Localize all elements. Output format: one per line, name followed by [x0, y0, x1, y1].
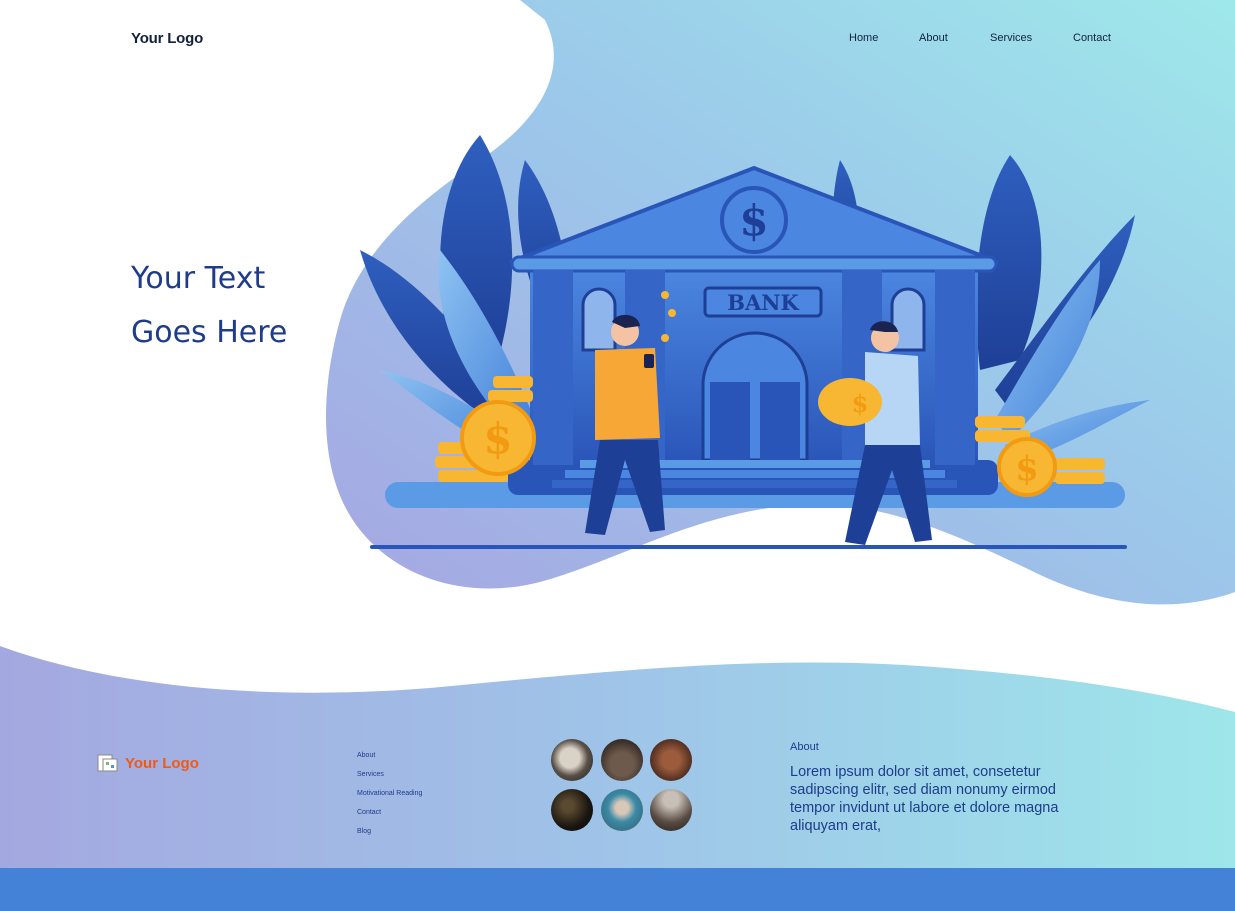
footer-about-body: Lorem ipsum dolor sit amet, consetetur s…	[790, 764, 1059, 834]
footer-about: About Lorem ipsum dolor sit amet, conset…	[790, 741, 1060, 835]
hero-heading: Your Text Goes Here	[131, 252, 287, 360]
footer-link-motivational-reading[interactable]: Motivational Reading	[357, 788, 422, 807]
footer-about-title: About	[790, 741, 819, 753]
bank-pediment-dollar: $	[739, 196, 768, 245]
gallery-photo[interactable]	[551, 739, 593, 781]
hero-heading-line-1: Your Text	[131, 261, 266, 296]
gallery-photo[interactable]	[601, 789, 643, 831]
gallery-photo[interactable]	[650, 789, 692, 831]
hero-heading-line-2: Goes Here	[131, 315, 288, 350]
nav-services[interactable]: Services	[990, 32, 1032, 44]
bank-building: $ BANK	[508, 165, 999, 495]
photo-gallery	[551, 739, 693, 831]
footer-logo[interactable]: Your Logo	[97, 752, 199, 774]
bank-sign: BANK	[727, 290, 799, 315]
coin-right-dollar: $	[1015, 449, 1039, 489]
footer-link-about[interactable]: About	[357, 750, 422, 769]
nav-about[interactable]: About	[919, 32, 948, 44]
main-nav: Home About Services Contact	[0, 32, 1235, 48]
bank-illustration: $ BANK $ $ $	[360, 135, 1150, 549]
footer-link-services[interactable]: Services	[357, 769, 422, 788]
gallery-photo[interactable]	[601, 739, 643, 781]
footer-link-blog[interactable]: Blog	[357, 826, 422, 845]
nav-home[interactable]: Home	[849, 32, 878, 44]
nav-contact[interactable]: Contact	[1073, 32, 1111, 44]
gallery-photo[interactable]	[650, 739, 692, 781]
footer-logo-text: Your Logo	[125, 754, 199, 772]
bottom-bar	[0, 868, 1235, 911]
gallery-photo[interactable]	[551, 789, 593, 831]
logo-icon	[97, 754, 118, 772]
footer-links: About Services Motivational Reading Cont…	[357, 750, 422, 845]
footer-link-contact[interactable]: Contact	[357, 807, 422, 826]
coin-left-dollar: $	[483, 414, 512, 463]
piggy-bank-dollar: $	[852, 389, 869, 418]
